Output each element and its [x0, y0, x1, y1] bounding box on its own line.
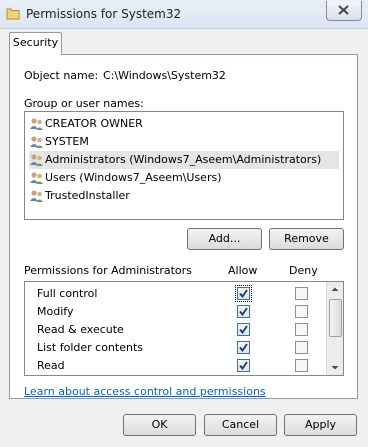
list-item-label: SYSTEM [45, 135, 89, 148]
list-item[interactable]: Administrators (Windows7_Aseem\Administr… [29, 151, 339, 169]
permission-row: Modify [25, 303, 327, 321]
permissions-label: Permissions for Administrators [24, 264, 192, 277]
deny-header: Deny [289, 264, 318, 277]
users-icon [29, 189, 44, 203]
security-panel: Object name: C:\Windows\System32 Group o… [9, 54, 358, 399]
chevron-up-icon [331, 287, 339, 291]
list-item-label: Users (Windows7_Aseem\Users) [45, 171, 222, 184]
deny-checkbox[interactable] [295, 359, 308, 372]
deny-checkbox[interactable] [295, 287, 308, 300]
permission-row: Read [25, 357, 327, 375]
ok-button[interactable]: OK [123, 414, 196, 436]
chevron-down-icon [331, 366, 339, 370]
remove-button[interactable]: Remove [269, 228, 344, 250]
tab-security[interactable]: Security [9, 32, 62, 55]
list-item-label: Administrators (Windows7_Aseem\Administr… [45, 153, 322, 166]
checkmark-icon [239, 325, 248, 334]
permissions-scrollbar[interactable] [326, 282, 343, 375]
list-item[interactable]: TrustedInstaller [29, 187, 339, 205]
permission-name: Full control [37, 287, 98, 300]
permission-name: Read & execute [37, 323, 124, 336]
users-icon [29, 153, 44, 167]
list-item[interactable]: SYSTEM [29, 133, 339, 151]
close-button[interactable] [326, 1, 362, 21]
group-user-list[interactable]: CREATOR OWNER SYSTEM Administrators (Win… [24, 111, 344, 220]
permission-row: Full control [25, 285, 327, 303]
close-icon [338, 5, 349, 15]
allow-header: Allow [228, 264, 258, 277]
allow-checkbox[interactable] [235, 285, 252, 302]
deny-checkbox[interactable] [295, 341, 308, 354]
object-name-label: Object name: [24, 69, 99, 82]
list-item-label: TrustedInstaller [45, 189, 130, 202]
allow-checkbox[interactable] [237, 305, 250, 318]
permission-row: List folder contents [25, 339, 327, 357]
scroll-up-button[interactable] [327, 282, 343, 297]
users-icon [29, 135, 44, 149]
tab-security-label: Security [12, 36, 59, 49]
object-name-value: C:\Windows\System32 [103, 69, 226, 82]
list-item[interactable]: Users (Windows7_Aseem\Users) [29, 169, 339, 187]
help-link[interactable]: Learn about access control and permissio… [24, 385, 266, 398]
checkmark-icon [239, 361, 248, 370]
permission-row: Read & execute [25, 321, 327, 339]
checkmark-icon [239, 343, 248, 352]
permissions-list: Full control Modify Read & execute List … [24, 281, 344, 376]
deny-checkbox[interactable] [295, 305, 308, 318]
allow-checkbox[interactable] [237, 359, 250, 372]
list-item[interactable]: CREATOR OWNER [29, 115, 339, 133]
add-button[interactable]: Add... [187, 228, 262, 250]
users-icon [29, 117, 44, 131]
cancel-button[interactable]: Cancel [204, 414, 277, 436]
list-item-label: CREATOR OWNER [45, 117, 143, 130]
deny-checkbox[interactable] [295, 323, 308, 336]
window-title: Permissions for System32 [26, 7, 182, 21]
permission-name: Modify [37, 305, 74, 318]
permission-name: Read [37, 359, 65, 372]
group-names-label: Group or user names: [24, 97, 144, 110]
allow-checkbox[interactable] [237, 341, 250, 354]
scroll-thumb[interactable] [329, 299, 342, 337]
title-bar[interactable]: Permissions for System32 [0, 0, 368, 29]
checkmark-icon [239, 289, 248, 298]
folder-icon [6, 6, 20, 21]
apply-button[interactable]: Apply [284, 414, 357, 436]
users-icon [29, 171, 44, 185]
checkmark-icon [239, 307, 248, 316]
permission-name: List folder contents [37, 341, 143, 354]
allow-checkbox[interactable] [237, 323, 250, 336]
scroll-down-button[interactable] [327, 360, 343, 375]
